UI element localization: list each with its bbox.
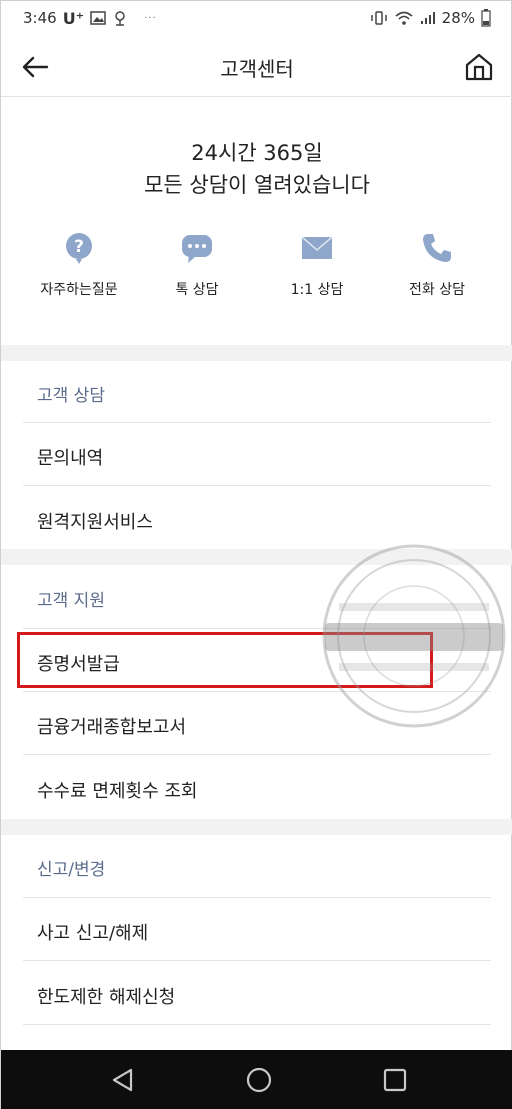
quick-one-on-one-button[interactable]: 1:1 상담: [253, 231, 381, 307]
battery-icon: [481, 9, 491, 27]
hero-subline: 모든 상담이 열려있습니다: [144, 173, 370, 197]
status-right: 28%: [370, 9, 491, 27]
section-title-customer-support: 고객 지원: [37, 591, 105, 611]
system-nav-bar: [1, 1050, 512, 1109]
menu-item-label: 한도제한 해제신청: [37, 987, 176, 1008]
nav-back-icon[interactable]: [107, 1064, 139, 1096]
status-bar: 3:46 U⁺ ··· 28%: [1, 1, 512, 35]
question-bubble-icon: ?: [66, 233, 92, 264]
phone-icon: [423, 234, 451, 262]
carrier-label: U⁺: [62, 8, 85, 28]
status-left: 3:46 U⁺ ···: [23, 9, 157, 28]
chat-bubble-icon: [182, 235, 212, 263]
mail-icon: [301, 236, 333, 259]
menu-item-label: 사고 신고/해제: [37, 923, 149, 944]
nav-recents-icon[interactable]: [379, 1064, 411, 1096]
quick-faq-button[interactable]: ? 자주하는질문: [15, 231, 143, 307]
quick-one-on-one-label: 1:1 상담: [290, 282, 344, 298]
menu-item-fee-exemption[interactable]: 수수료 면제횟수 조회: [23, 757, 491, 819]
section-title-customer-consult: 고객 상담: [37, 386, 105, 406]
section-divider: [1, 345, 512, 361]
wifi-icon: [395, 11, 413, 25]
gallery-icon: [90, 11, 106, 25]
vibrate-icon: [370, 11, 387, 25]
quick-talk-label: 톡 상담: [175, 282, 219, 298]
quick-actions: ? 자주하는질문 톡 상담 1:1 상담 전화 상담: [1, 231, 512, 311]
section-title-report-change: 신고/변경: [37, 860, 106, 880]
hero-headline: 24시간 365일: [191, 141, 323, 165]
quick-phone-label: 전화 상담: [409, 282, 465, 298]
more-notifications: ···: [144, 12, 157, 24]
tree-app-icon: [115, 11, 125, 26]
svg-text:?: ?: [74, 237, 84, 257]
quick-phone-button[interactable]: 전화 상담: [373, 231, 501, 307]
section-divider: [1, 819, 512, 835]
section-rule: [23, 422, 491, 423]
quick-talk-button[interactable]: 톡 상담: [133, 231, 261, 307]
status-time: 3:46: [23, 9, 57, 27]
battery-percent: 28%: [441, 9, 475, 27]
signal-icon: [420, 12, 435, 24]
menu-item-label: 수수료 면제횟수 조회: [37, 781, 198, 802]
app-frame: 3:46 U⁺ ··· 28% 고객센터 24시간 365일 모든 상담이 열려…: [0, 0, 512, 1109]
section-rule: [23, 897, 491, 898]
quick-faq-label: 자주하는질문: [40, 282, 118, 298]
nav-home-icon[interactable]: [243, 1064, 275, 1096]
menu-item-limit-release[interactable]: 한도제한 해제신청: [23, 963, 491, 1025]
menu-item-accident-report[interactable]: 사고 신고/해제: [23, 899, 491, 961]
hero-panel: 24시간 365일 모든 상담이 열려있습니다 ? 자주하는질문 톡 상담 1:…: [1, 97, 512, 345]
menu-item-inquiry-history[interactable]: 문의내역: [23, 424, 491, 486]
menu-item-label: 금융거래종합보고서: [37, 717, 187, 738]
page-title: 고객센터: [220, 57, 294, 81]
menu-item-label: 문의내역: [37, 448, 104, 469]
menu-item-label: 원격지원서비스: [37, 512, 153, 533]
watermark-stamp-icon: [322, 544, 506, 728]
home-icon[interactable]: [463, 51, 495, 83]
app-bar: 고객센터: [1, 35, 512, 97]
